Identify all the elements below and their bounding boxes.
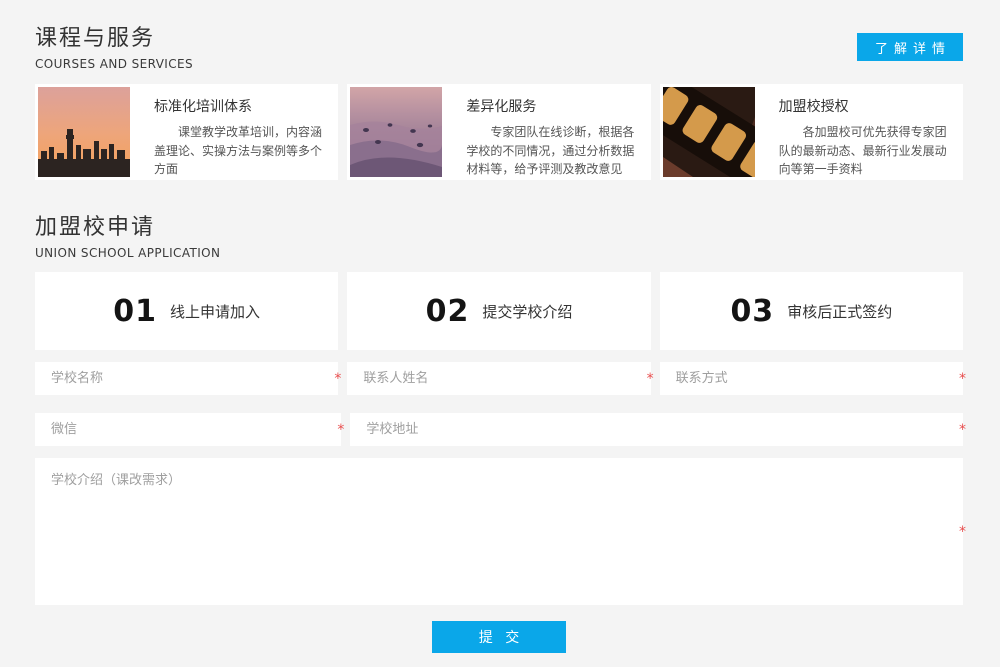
step-label: 审核后正式签约 <box>787 301 892 322</box>
application-heading: 加盟校申请 UNION SCHOOL APPLICATION <box>35 214 220 260</box>
card-title: 加盟校授权 <box>779 96 950 116</box>
courses-heading: 课程与服务 COURSES AND SERVICES <box>35 25 193 71</box>
submit-row: 提 交 <box>35 621 963 653</box>
contact-name-field-wrap: * <box>347 362 650 395</box>
city-skyline-sunset-image <box>38 87 130 177</box>
card-description: 各加盟校可优先获得专家团队的最新动态、最新行业发展动向等第一手资料 <box>779 123 950 179</box>
courses-section-title: 课程与服务 <box>35 25 193 53</box>
form-row-2: * * <box>35 413 963 446</box>
step-number: 03 <box>730 294 774 329</box>
film-strip-image <box>663 87 755 177</box>
step-label: 线上申请加入 <box>170 301 260 322</box>
required-marker: * <box>959 525 966 539</box>
application-section-subtitle: UNION SCHOOL APPLICATION <box>35 246 220 260</box>
card-body: 差异化服务 专家团队在线诊断，根据各学校的不同情况，通过分析数据材料等，给予评测… <box>442 87 647 177</box>
card-body: 加盟校授权 各加盟校可优先获得专家团队的最新动态、最新行业发展动向等第一手资料 <box>755 87 960 177</box>
required-marker: * <box>337 423 344 437</box>
required-marker: * <box>959 372 966 386</box>
courses-section-subtitle: COURSES AND SERVICES <box>35 57 193 71</box>
submit-button[interactable]: 提 交 <box>432 621 566 653</box>
card-title: 标准化培训体系 <box>154 96 325 116</box>
page: 课程与服务 COURSES AND SERVICES 了解详情 <box>0 0 1000 653</box>
contact-name-input[interactable] <box>347 362 650 395</box>
step-label: 提交学校介绍 <box>482 301 572 322</box>
step-number: 01 <box>113 294 157 329</box>
desert-dusk-image <box>350 87 442 177</box>
application-section-title: 加盟校申请 <box>35 214 220 242</box>
application-steps: 01 线上申请加入 02 提交学校介绍 03 审核后正式签约 <box>35 272 963 350</box>
application-section-header: 加盟校申请 UNION SCHOOL APPLICATION <box>35 214 963 260</box>
school-intro-textarea[interactable] <box>35 458 963 605</box>
step-item-3: 03 审核后正式签约 <box>660 272 963 350</box>
wechat-input[interactable] <box>35 413 341 446</box>
service-card-differentiated: 差异化服务 专家团队在线诊断，根据各学校的不同情况，通过分析数据材料等，给予评测… <box>347 84 650 180</box>
card-description: 专家团队在线诊断，根据各学校的不同情况，通过分析数据材料等，给予评测及教改意见 <box>466 123 637 179</box>
school-intro-field-wrap: * <box>35 458 963 605</box>
service-card-authorization: 加盟校授权 各加盟校可优先获得专家团队的最新动态、最新行业发展动向等第一手资料 <box>660 84 963 180</box>
step-number: 02 <box>426 294 470 329</box>
step-item-1: 01 线上申请加入 <box>35 272 338 350</box>
application-form: * * * * * * 提 交 <box>35 362 963 653</box>
card-title: 差异化服务 <box>466 96 637 116</box>
learn-more-button[interactable]: 了解详情 <box>857 33 963 61</box>
school-name-input[interactable] <box>35 362 338 395</box>
contact-method-field-wrap: * <box>660 362 963 395</box>
courses-section-header: 课程与服务 COURSES AND SERVICES 了解详情 <box>35 25 963 71</box>
school-name-field-wrap: * <box>35 362 338 395</box>
school-address-input[interactable] <box>350 413 963 446</box>
wechat-field-wrap: * <box>35 413 341 446</box>
service-card-training: 标准化培训体系 课堂教学改革培训，内容涵盖理论、实操方法与案例等多个方面 <box>35 84 338 180</box>
step-item-2: 02 提交学校介绍 <box>347 272 650 350</box>
form-row-1: * * * <box>35 362 963 395</box>
card-description: 课堂教学改革培训，内容涵盖理论、实操方法与案例等多个方面 <box>154 123 325 179</box>
service-cards: 标准化培训体系 课堂教学改革培训，内容涵盖理论、实操方法与案例等多个方面 <box>35 84 963 180</box>
school-address-field-wrap: * <box>350 413 963 446</box>
contact-method-input[interactable] <box>660 362 963 395</box>
required-marker: * <box>334 372 341 386</box>
required-marker: * <box>647 372 654 386</box>
required-marker: * <box>959 423 966 437</box>
card-body: 标准化培训体系 课堂教学改革培训，内容涵盖理论、实操方法与案例等多个方面 <box>130 87 335 177</box>
